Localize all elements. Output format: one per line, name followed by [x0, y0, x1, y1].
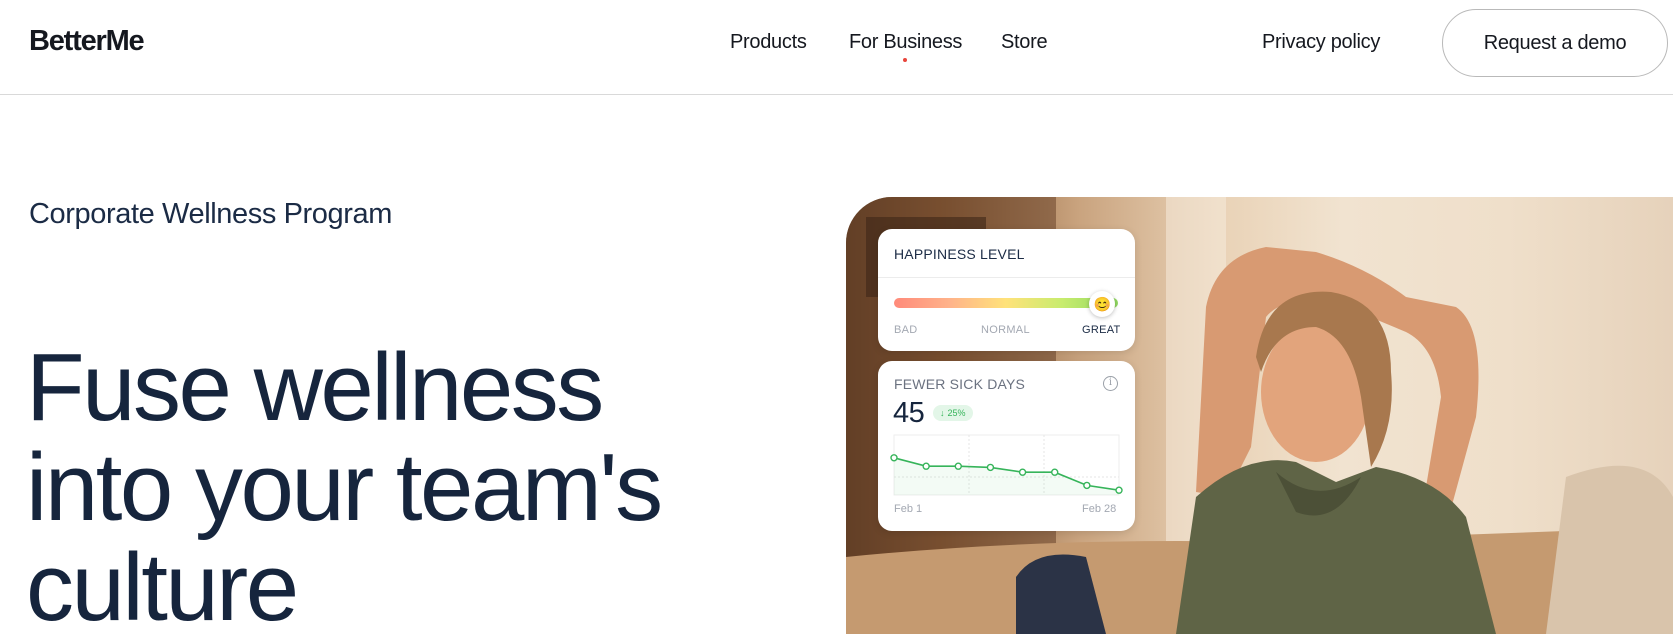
- happiness-label-normal: NORMAL: [981, 324, 1030, 336]
- nav-privacy-policy[interactable]: Privacy policy: [1262, 31, 1380, 54]
- hero-headline: Fuse wellness into your team's culture: [26, 338, 786, 634]
- data-point: [922, 462, 930, 470]
- active-nav-indicator: [903, 58, 907, 62]
- betterme-logo[interactable]: BetterMe: [29, 25, 145, 58]
- x-tick-start: Feb 1: [894, 503, 923, 515]
- request-demo-button[interactable]: Request a demo: [1442, 9, 1668, 77]
- sick-days-value: 45: [893, 397, 925, 429]
- sick-days-title: FEWER SICK DAYS: [894, 376, 1026, 392]
- happiness-label-great: GREAT: [1082, 324, 1121, 336]
- happiness-level-card: HAPPINESS LEVEL 😊 BAD NORMAL GREAT: [878, 229, 1135, 351]
- sick-days-card: FEWER SICK DAYS i 45 ↓ 25% Feb 1 Feb 28: [878, 361, 1135, 531]
- info-icon[interactable]: i: [1103, 376, 1118, 391]
- sick-days-line-chart: [890, 434, 1123, 496]
- happiness-label-bad: BAD: [894, 324, 918, 336]
- data-point: [1051, 468, 1059, 476]
- headline-line: culture: [26, 534, 299, 634]
- data-point: [954, 462, 962, 470]
- happiness-gradient-bar: [894, 298, 1118, 308]
- smiling-face-icon: 😊: [1089, 291, 1116, 317]
- change-badge: ↓ 25%: [933, 405, 973, 421]
- x-tick-end: Feb 28: [1082, 503, 1117, 515]
- headline-line: into your team's: [26, 434, 663, 541]
- data-point: [1115, 486, 1123, 494]
- nav-store[interactable]: Store: [1001, 31, 1048, 54]
- data-point: [986, 463, 995, 472]
- nav-for-business[interactable]: For Business: [849, 31, 962, 54]
- data-point: [890, 454, 898, 462]
- card-divider: [878, 277, 1135, 278]
- change-badge-text: 25%: [947, 408, 966, 418]
- data-point: [1018, 468, 1027, 476]
- hero-eyebrow: Corporate Wellness Program: [29, 198, 392, 230]
- site-header: BetterMe Products For Business Store Pri…: [0, 0, 1673, 95]
- data-point: [1083, 481, 1091, 490]
- nav-products[interactable]: Products: [730, 31, 807, 54]
- happiness-card-title: HAPPINESS LEVEL: [894, 246, 1025, 262]
- headline-line: Fuse wellness: [26, 334, 604, 441]
- arrow-down-icon: ↓: [940, 408, 945, 418]
